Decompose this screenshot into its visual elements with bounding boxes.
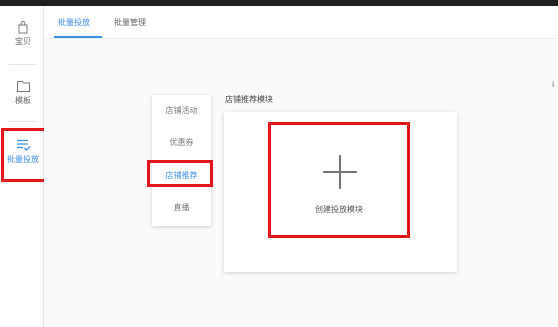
section-title: 店铺推荐模块	[225, 95, 273, 104]
sidebar-item-template[interactable]: 模板	[3, 79, 43, 106]
sidebar-divider	[9, 64, 37, 65]
tab-batch-deploy[interactable]: 批量投放	[58, 17, 90, 28]
menu-item-coupon[interactable]: 优惠券	[152, 137, 211, 148]
highlight-box-menu	[147, 160, 213, 187]
bag-icon	[18, 21, 28, 34]
highlight-box-create	[268, 122, 410, 238]
folder-icon	[16, 81, 30, 92]
menu-item-live[interactable]: 直播	[152, 202, 211, 213]
tab-bar: 批量投放 批量管理	[44, 6, 558, 39]
active-tab-indicator	[54, 36, 102, 38]
tab-batch-manage[interactable]: 批量管理	[114, 17, 146, 28]
sidebar-item-label: 模板	[15, 96, 31, 105]
sidebar-divider	[9, 121, 37, 122]
sidebar-item-baobei[interactable]: 宝贝	[3, 20, 43, 47]
edge-text: i	[552, 80, 555, 89]
sidebar-item-label: 宝贝	[15, 37, 31, 46]
menu-item-shop-activity[interactable]: 店铺活动	[152, 105, 211, 116]
